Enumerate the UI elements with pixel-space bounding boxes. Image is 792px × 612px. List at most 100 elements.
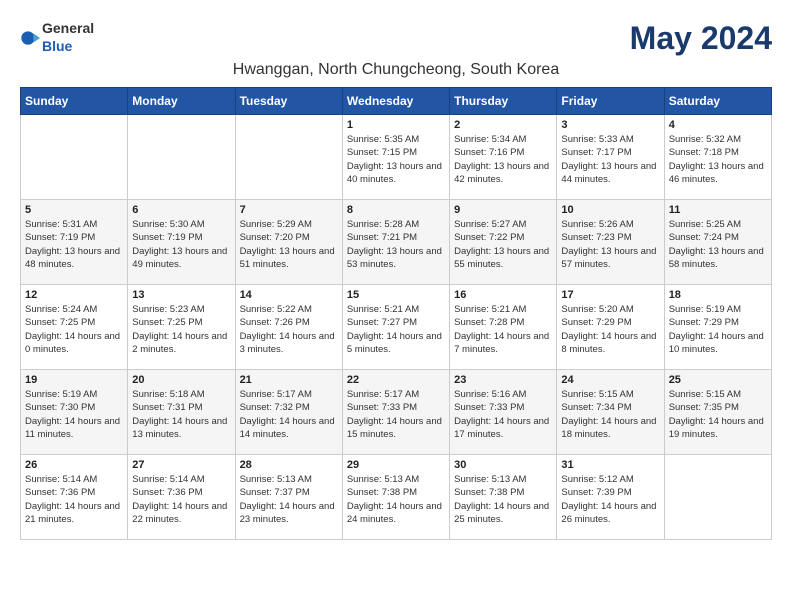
- day-number: 29: [347, 459, 445, 471]
- header-sunday: Sunday: [21, 88, 128, 115]
- day-number: 13: [132, 289, 230, 301]
- table-row: 12 Sunrise: 5:24 AMSunset: 7:25 PMDaylig…: [21, 285, 128, 370]
- day-info: Sunrise: 5:18 AMSunset: 7:31 PMDaylight:…: [132, 388, 230, 441]
- logo: General Blue: [20, 20, 94, 56]
- table-row: [235, 115, 342, 200]
- table-row: 11 Sunrise: 5:25 AMSunset: 7:24 PMDaylig…: [664, 200, 771, 285]
- calendar-week-row: 12 Sunrise: 5:24 AMSunset: 7:25 PMDaylig…: [21, 285, 772, 370]
- day-info: Sunrise: 5:20 AMSunset: 7:29 PMDaylight:…: [561, 303, 659, 356]
- day-number: 11: [669, 204, 767, 216]
- day-number: 19: [25, 374, 123, 386]
- day-info: Sunrise: 5:15 AMSunset: 7:34 PMDaylight:…: [561, 388, 659, 441]
- table-row: 7 Sunrise: 5:29 AMSunset: 7:20 PMDayligh…: [235, 200, 342, 285]
- logo-general: General: [42, 20, 94, 36]
- header-wednesday: Wednesday: [342, 88, 449, 115]
- day-number: 21: [240, 374, 338, 386]
- table-row: 22 Sunrise: 5:17 AMSunset: 7:33 PMDaylig…: [342, 370, 449, 455]
- calendar-week-row: 26 Sunrise: 5:14 AMSunset: 7:36 PMDaylig…: [21, 455, 772, 540]
- table-row: 1 Sunrise: 5:35 AMSunset: 7:15 PMDayligh…: [342, 115, 449, 200]
- day-number: 25: [669, 374, 767, 386]
- day-info: Sunrise: 5:28 AMSunset: 7:21 PMDaylight:…: [347, 218, 445, 271]
- calendar-title: May 2024: [630, 20, 772, 57]
- calendar-container: General Blue May 2024 Hwanggan, North Ch…: [20, 20, 772, 540]
- day-number: 3: [561, 119, 659, 131]
- day-info: Sunrise: 5:12 AMSunset: 7:39 PMDaylight:…: [561, 473, 659, 526]
- logo-text: General Blue: [42, 20, 94, 56]
- day-number: 6: [132, 204, 230, 216]
- table-row: 4 Sunrise: 5:32 AMSunset: 7:18 PMDayligh…: [664, 115, 771, 200]
- day-number: 22: [347, 374, 445, 386]
- table-row: 25 Sunrise: 5:15 AMSunset: 7:35 PMDaylig…: [664, 370, 771, 455]
- day-info: Sunrise: 5:19 AMSunset: 7:30 PMDaylight:…: [25, 388, 123, 441]
- day-info: Sunrise: 5:32 AMSunset: 7:18 PMDaylight:…: [669, 133, 767, 186]
- day-info: Sunrise: 5:15 AMSunset: 7:35 PMDaylight:…: [669, 388, 767, 441]
- table-row: 17 Sunrise: 5:20 AMSunset: 7:29 PMDaylig…: [557, 285, 664, 370]
- day-number: 28: [240, 459, 338, 471]
- table-row: 6 Sunrise: 5:30 AMSunset: 7:19 PMDayligh…: [128, 200, 235, 285]
- table-row: 27 Sunrise: 5:14 AMSunset: 7:36 PMDaylig…: [128, 455, 235, 540]
- table-row: [128, 115, 235, 200]
- day-info: Sunrise: 5:16 AMSunset: 7:33 PMDaylight:…: [454, 388, 552, 441]
- day-info: Sunrise: 5:22 AMSunset: 7:26 PMDaylight:…: [240, 303, 338, 356]
- day-info: Sunrise: 5:13 AMSunset: 7:38 PMDaylight:…: [347, 473, 445, 526]
- day-number: 7: [240, 204, 338, 216]
- day-number: 24: [561, 374, 659, 386]
- day-number: 23: [454, 374, 552, 386]
- day-info: Sunrise: 5:23 AMSunset: 7:25 PMDaylight:…: [132, 303, 230, 356]
- table-row: 16 Sunrise: 5:21 AMSunset: 7:28 PMDaylig…: [450, 285, 557, 370]
- calendar-subtitle: Hwanggan, North Chungcheong, South Korea: [20, 61, 772, 79]
- day-info: Sunrise: 5:13 AMSunset: 7:37 PMDaylight:…: [240, 473, 338, 526]
- day-info: Sunrise: 5:34 AMSunset: 7:16 PMDaylight:…: [454, 133, 552, 186]
- day-number: 20: [132, 374, 230, 386]
- table-row: 9 Sunrise: 5:27 AMSunset: 7:22 PMDayligh…: [450, 200, 557, 285]
- day-info: Sunrise: 5:21 AMSunset: 7:28 PMDaylight:…: [454, 303, 552, 356]
- table-row: [664, 455, 771, 540]
- logo-icon: [20, 28, 40, 48]
- calendar-week-row: 19 Sunrise: 5:19 AMSunset: 7:30 PMDaylig…: [21, 370, 772, 455]
- table-row: 2 Sunrise: 5:34 AMSunset: 7:16 PMDayligh…: [450, 115, 557, 200]
- day-info: Sunrise: 5:25 AMSunset: 7:24 PMDaylight:…: [669, 218, 767, 271]
- day-info: Sunrise: 5:21 AMSunset: 7:27 PMDaylight:…: [347, 303, 445, 356]
- table-row: 28 Sunrise: 5:13 AMSunset: 7:37 PMDaylig…: [235, 455, 342, 540]
- calendar-week-row: 1 Sunrise: 5:35 AMSunset: 7:15 PMDayligh…: [21, 115, 772, 200]
- calendar-table: Sunday Monday Tuesday Wednesday Thursday…: [20, 87, 772, 540]
- table-row: 29 Sunrise: 5:13 AMSunset: 7:38 PMDaylig…: [342, 455, 449, 540]
- table-row: 24 Sunrise: 5:15 AMSunset: 7:34 PMDaylig…: [557, 370, 664, 455]
- table-row: 19 Sunrise: 5:19 AMSunset: 7:30 PMDaylig…: [21, 370, 128, 455]
- table-row: 5 Sunrise: 5:31 AMSunset: 7:19 PMDayligh…: [21, 200, 128, 285]
- day-number: 27: [132, 459, 230, 471]
- table-row: 18 Sunrise: 5:19 AMSunset: 7:29 PMDaylig…: [664, 285, 771, 370]
- table-row: 13 Sunrise: 5:23 AMSunset: 7:25 PMDaylig…: [128, 285, 235, 370]
- day-number: 31: [561, 459, 659, 471]
- day-info: Sunrise: 5:24 AMSunset: 7:25 PMDaylight:…: [25, 303, 123, 356]
- table-row: 10 Sunrise: 5:26 AMSunset: 7:23 PMDaylig…: [557, 200, 664, 285]
- header-monday: Monday: [128, 88, 235, 115]
- day-number: 15: [347, 289, 445, 301]
- table-row: 21 Sunrise: 5:17 AMSunset: 7:32 PMDaylig…: [235, 370, 342, 455]
- header-thursday: Thursday: [450, 88, 557, 115]
- weekday-header-row: Sunday Monday Tuesday Wednesday Thursday…: [21, 88, 772, 115]
- table-row: 26 Sunrise: 5:14 AMSunset: 7:36 PMDaylig…: [21, 455, 128, 540]
- day-number: 8: [347, 204, 445, 216]
- day-info: Sunrise: 5:17 AMSunset: 7:33 PMDaylight:…: [347, 388, 445, 441]
- table-row: 15 Sunrise: 5:21 AMSunset: 7:27 PMDaylig…: [342, 285, 449, 370]
- day-number: 14: [240, 289, 338, 301]
- table-row: 30 Sunrise: 5:13 AMSunset: 7:38 PMDaylig…: [450, 455, 557, 540]
- day-number: 26: [25, 459, 123, 471]
- table-row: 3 Sunrise: 5:33 AMSunset: 7:17 PMDayligh…: [557, 115, 664, 200]
- day-number: 17: [561, 289, 659, 301]
- header-saturday: Saturday: [664, 88, 771, 115]
- day-info: Sunrise: 5:19 AMSunset: 7:29 PMDaylight:…: [669, 303, 767, 356]
- table-row: [21, 115, 128, 200]
- day-info: Sunrise: 5:31 AMSunset: 7:19 PMDaylight:…: [25, 218, 123, 271]
- day-info: Sunrise: 5:29 AMSunset: 7:20 PMDaylight:…: [240, 218, 338, 271]
- header-friday: Friday: [557, 88, 664, 115]
- day-info: Sunrise: 5:26 AMSunset: 7:23 PMDaylight:…: [561, 218, 659, 271]
- table-row: 20 Sunrise: 5:18 AMSunset: 7:31 PMDaylig…: [128, 370, 235, 455]
- day-number: 30: [454, 459, 552, 471]
- calendar-week-row: 5 Sunrise: 5:31 AMSunset: 7:19 PMDayligh…: [21, 200, 772, 285]
- day-number: 1: [347, 119, 445, 131]
- table-row: 14 Sunrise: 5:22 AMSunset: 7:26 PMDaylig…: [235, 285, 342, 370]
- day-info: Sunrise: 5:13 AMSunset: 7:38 PMDaylight:…: [454, 473, 552, 526]
- day-info: Sunrise: 5:27 AMSunset: 7:22 PMDaylight:…: [454, 218, 552, 271]
